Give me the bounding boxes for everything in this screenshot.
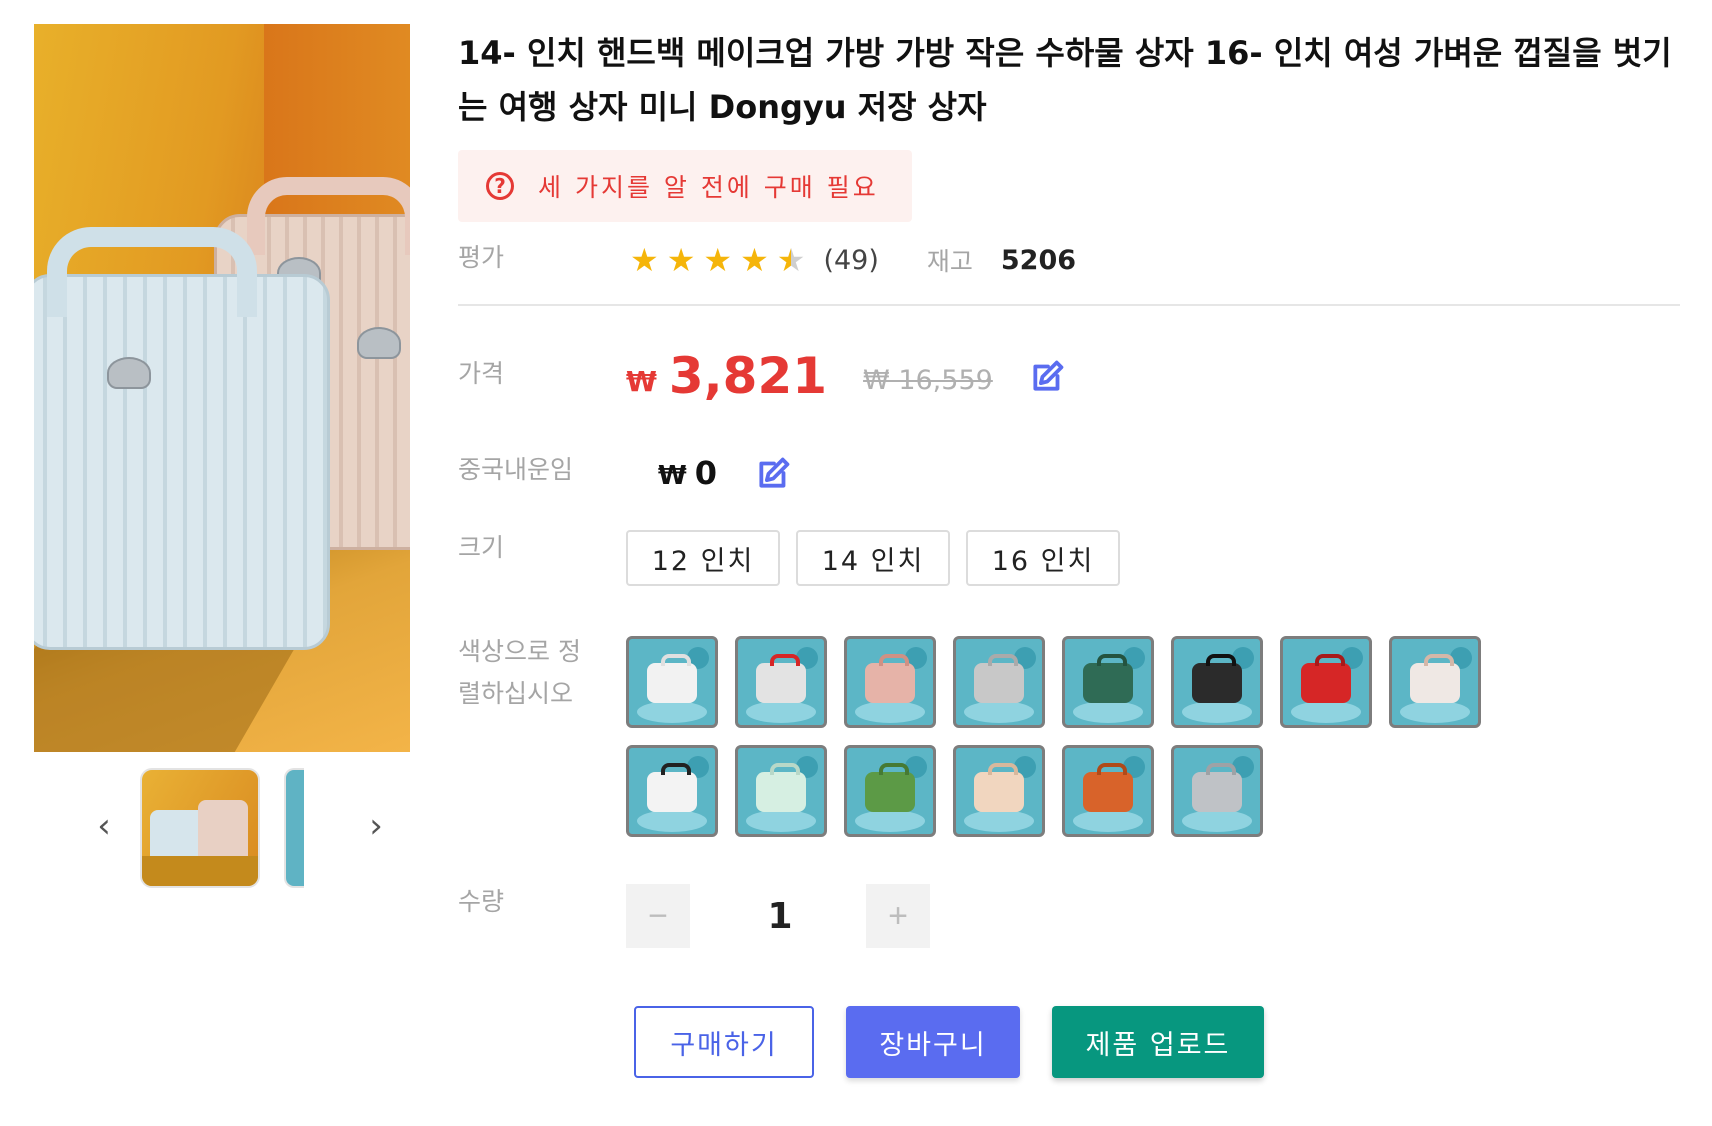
color-swatch[interactable]	[953, 745, 1045, 837]
stock-value: 5206	[1000, 244, 1077, 276]
blue-suitcase	[34, 227, 330, 650]
suitcase-icon	[865, 654, 915, 703]
suitcase-icon	[1083, 654, 1133, 703]
star-icon: ★	[630, 241, 659, 279]
size-label: 크기	[458, 533, 505, 562]
swatch-pedestal	[1073, 810, 1143, 832]
thumbnail-strip: ‹ ›	[34, 768, 410, 888]
size-option-12[interactable]: 12 인치	[626, 530, 780, 586]
suitcase-icon	[1192, 763, 1242, 812]
suitcase-icon	[974, 763, 1024, 812]
suitcase-icon	[1192, 654, 1242, 703]
chevron-right-icon[interactable]: ›	[356, 806, 396, 846]
color-swatch[interactable]	[844, 636, 936, 728]
shipping-label: 중국내운임	[458, 455, 574, 484]
suitcase-icon	[647, 654, 697, 703]
color-swatch[interactable]	[1171, 745, 1263, 837]
shipping-currency: ₩	[658, 461, 687, 491]
color-swatch[interactable]	[735, 745, 827, 837]
size-option-16[interactable]: 16 인치	[966, 530, 1120, 586]
color-swatch[interactable]	[844, 745, 936, 837]
chevron-left-icon[interactable]: ‹	[84, 806, 124, 846]
lock-icon	[357, 327, 401, 359]
price-row: ₩ 3,821 ₩ 16,559	[626, 346, 1067, 406]
color-swatch[interactable]	[1389, 636, 1481, 728]
size-option-14[interactable]: 14 인치	[796, 530, 950, 586]
notice-text: 세 가지를 알 전에 구매 필요	[538, 173, 879, 202]
color-swatch[interactable]	[1062, 636, 1154, 728]
suitcase-icon	[1410, 654, 1460, 703]
quantity-decrease-button[interactable]: −	[626, 884, 690, 948]
blue-suitcase-handle	[47, 227, 257, 317]
add-to-cart-button[interactable]: 장바구니	[846, 1006, 1020, 1078]
color-swatch[interactable]	[1280, 636, 1372, 728]
upload-product-button[interactable]: 제품 업로드	[1052, 1006, 1264, 1078]
price-currency: ₩	[626, 364, 657, 398]
color-swatch[interactable]	[953, 636, 1045, 728]
thumbnail-floor	[142, 856, 258, 886]
color-swatch[interactable]	[626, 636, 718, 728]
swatch-pedestal	[1182, 810, 1252, 832]
swatch-pedestal	[855, 810, 925, 832]
star-icon: ★	[666, 241, 696, 279]
star-icon: ★	[703, 241, 733, 279]
color-label-line1: 색상으로 정	[458, 637, 581, 666]
price-value: 3,821	[668, 347, 828, 405]
buy-button[interactable]: 구매하기	[634, 1006, 814, 1078]
divider	[458, 304, 1680, 306]
half-star-icon: ★	[776, 241, 806, 279]
color-swatch[interactable]	[626, 745, 718, 837]
thumbnail-2[interactable]	[284, 768, 304, 888]
review-count[interactable]: (49)	[823, 245, 878, 276]
swatch-pedestal	[637, 810, 707, 832]
main-product-image	[34, 24, 410, 752]
product-title: 14- 인치 핸드백 메이크업 가방 가방 작은 수하물 상자 16- 인치 여…	[458, 34, 1672, 126]
quantity-increase-button[interactable]: +	[866, 884, 930, 948]
swatch-pedestal	[1182, 701, 1252, 723]
shipping-value: 0	[694, 454, 717, 492]
color-swatch[interactable]	[1062, 745, 1154, 837]
color-swatch[interactable]	[735, 636, 827, 728]
color-label-line2: 렬하십시오	[458, 679, 574, 708]
swatch-pedestal	[964, 810, 1034, 832]
quantity-input[interactable]	[700, 884, 860, 948]
swatch-pedestal	[637, 701, 707, 723]
swatch-pedestal	[855, 701, 925, 723]
purchase-notice[interactable]: ? 세 가지를 알 전에 구매 필요	[458, 150, 912, 222]
suitcase-icon	[756, 763, 806, 812]
suitcase-icon	[974, 654, 1024, 703]
star-icon: ★	[740, 241, 769, 279]
swatch-pedestal	[746, 701, 816, 723]
swatch-pedestal	[1291, 701, 1361, 723]
suitcase-icon	[1083, 763, 1133, 812]
edit-shipping-icon[interactable]	[755, 454, 793, 492]
swatch-pedestal	[1073, 701, 1143, 723]
thumbnail-1[interactable]	[140, 768, 260, 888]
lock-icon	[107, 357, 151, 389]
edit-price-icon[interactable]	[1029, 357, 1067, 395]
price-label: 가격	[458, 359, 505, 388]
color-swatch[interactable]	[1171, 636, 1263, 728]
swatch-pedestal	[746, 810, 816, 832]
question-circle-icon: ?	[486, 172, 514, 200]
suitcase-icon	[647, 763, 697, 812]
suitcase-icon	[1301, 654, 1351, 703]
shipping-row: ₩ 0	[658, 448, 793, 498]
rating-label: 평가	[458, 243, 505, 272]
original-price: ₩ 16,559	[863, 364, 993, 396]
swatch-pedestal	[1400, 701, 1470, 723]
rating-row: ★ ★ ★ ★ ★ (49) 재고 5206	[630, 240, 1076, 280]
pink-suitcase-handle	[247, 177, 410, 255]
suitcase-icon	[756, 654, 806, 703]
quantity-label: 수량	[458, 887, 505, 916]
suitcase-icon	[865, 763, 915, 812]
stock-label: 재고	[926, 247, 973, 276]
swatch-pedestal	[964, 701, 1034, 723]
